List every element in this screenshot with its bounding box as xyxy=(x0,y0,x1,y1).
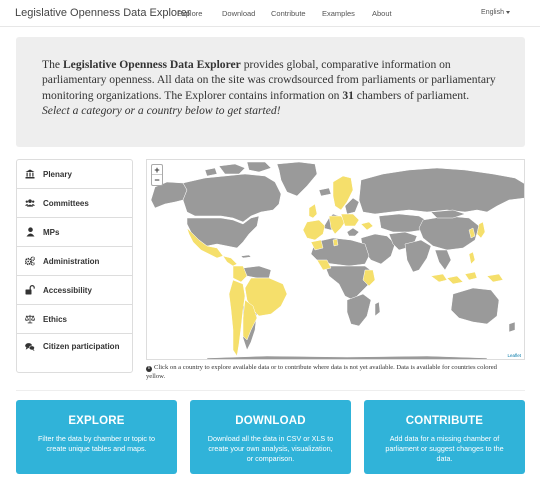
sidebar-item-plenary[interactable]: Plenary xyxy=(17,160,132,189)
comments-icon xyxy=(25,342,35,352)
nav-contribute[interactable]: Contribute xyxy=(271,9,306,18)
zoom-in-button[interactable]: + xyxy=(152,165,162,175)
info-icon: i xyxy=(146,366,152,372)
nav-about[interactable]: About xyxy=(372,9,392,18)
map-note-text: Click on a country to explore available … xyxy=(146,364,497,380)
nav-explore[interactable]: Explore xyxy=(177,9,202,18)
contribute-title: CONTRIBUTE xyxy=(405,415,484,427)
sidebar-item-ethics[interactable]: Ethics xyxy=(17,305,132,334)
intro-title: Legislative Openness Data Explorer xyxy=(62,58,241,71)
explore-button[interactable]: EXPLORE Filter the data by chamber or to… xyxy=(16,400,177,474)
caret-down-icon xyxy=(506,10,510,14)
sidebar-item-administration[interactable]: Administration xyxy=(17,247,132,276)
cogs-icon xyxy=(25,256,35,266)
sidebar-item-label: Committees xyxy=(43,198,89,208)
chamber-count: 31 xyxy=(342,88,354,102)
bank-icon xyxy=(25,169,35,179)
intro-text: The Legislative Openness Data Explorer p… xyxy=(42,58,496,118)
top-navbar: Legislative Openness Data Explorer Explo… xyxy=(0,0,540,27)
sidebar-item-label: Citizen participation xyxy=(43,342,120,351)
nav-download[interactable]: Download xyxy=(222,9,255,18)
zoom-out-button[interactable]: − xyxy=(152,175,162,185)
contribute-button[interactable]: CONTRIBUTE Add data for a missing chambe… xyxy=(364,400,525,474)
sidebar-item-label: Plenary xyxy=(43,169,72,179)
download-description: Download all the data in CSV or XLS to c… xyxy=(207,434,334,464)
map-zoom-control: + − xyxy=(151,164,163,186)
sidebar-item-mps[interactable]: MPs xyxy=(17,218,132,247)
category-sidebar: Plenary Committees MPs Administration Ac… xyxy=(16,159,133,373)
language-label: English xyxy=(481,9,504,16)
sidebar-item-citizen-participation[interactable]: Citizen participation xyxy=(17,334,132,372)
user-icon xyxy=(25,227,35,237)
map-note: i Click on a country to explore available… xyxy=(146,364,516,381)
sidebar-item-label: Administration xyxy=(43,256,100,266)
world-map[interactable]: + − Leaflet xyxy=(146,159,525,360)
sidebar-item-committees[interactable]: Committees xyxy=(17,189,132,218)
explore-title: EXPLORE xyxy=(68,415,125,427)
download-button[interactable]: DOWNLOAD Download all the data in CSV or… xyxy=(190,400,351,474)
users-icon xyxy=(25,198,35,208)
divider xyxy=(16,390,525,391)
contribute-description: Add data for a missing chamber of parlia… xyxy=(385,434,504,464)
nav-examples[interactable]: Examples xyxy=(322,9,355,18)
unlock-icon xyxy=(25,285,35,295)
world-map-canvas[interactable] xyxy=(147,160,525,360)
explore-description: Filter the data by chamber or topic to c… xyxy=(37,434,156,454)
brand-link[interactable]: Legislative Openness Data Explorer xyxy=(15,7,190,19)
sidebar-item-label: Accessibility xyxy=(43,285,92,295)
sidebar-item-label: MPs xyxy=(43,227,60,237)
language-dropdown[interactable]: English xyxy=(481,9,510,16)
balance-scale-icon xyxy=(25,314,35,324)
sidebar-item-label: Ethics xyxy=(43,314,68,324)
download-title: DOWNLOAD xyxy=(235,415,306,427)
sidebar-item-accessibility[interactable]: Accessibility xyxy=(17,276,132,305)
intro-panel: The Legislative Openness Data Explorer p… xyxy=(16,37,525,147)
intro-call-to-action: Select a category or a country below to … xyxy=(42,104,281,118)
map-attribution-link[interactable]: Leaflet xyxy=(506,353,522,358)
